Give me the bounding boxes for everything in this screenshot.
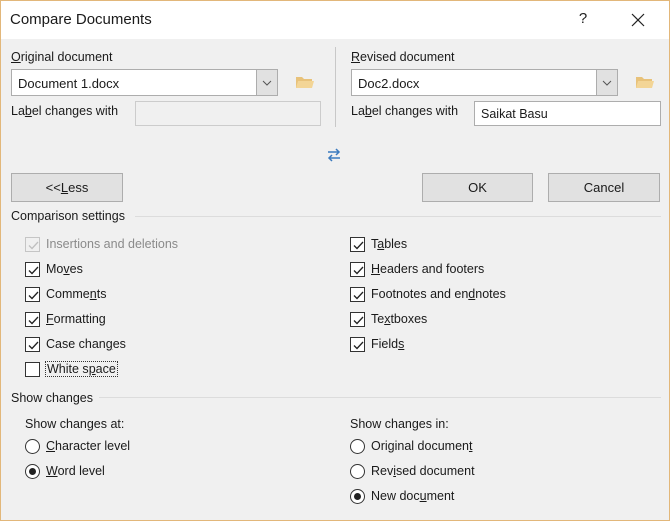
chevron-down-icon	[262, 80, 272, 86]
show-changes-at-label: Show changes at:	[25, 417, 125, 431]
option-label: Character level	[46, 439, 131, 453]
option-label: Headers and footers	[371, 262, 485, 276]
help-button[interactable]: ?	[571, 10, 595, 30]
option-label: Footnotes and endnotes	[371, 287, 506, 301]
compare-documents-dialog: Compare Documents ? Original document Do…	[0, 0, 670, 521]
show-changes-heading: Show changes	[11, 391, 94, 405]
option-label: Formatting	[46, 312, 106, 326]
checkbox-box[interactable]	[350, 236, 365, 252]
show-changes-divider	[99, 397, 661, 398]
radio-circle[interactable]	[25, 463, 40, 479]
swap-arrows-icon	[327, 148, 341, 162]
checkbox-headers-and-footers[interactable]: Headers and footers	[350, 260, 484, 278]
checkmark-icon	[353, 316, 364, 324]
original-document-combo[interactable]: Document 1.docx	[11, 69, 278, 96]
checkbox-formatting[interactable]: Formatting	[25, 310, 106, 328]
cancel-button[interactable]: Cancel	[548, 173, 660, 202]
checkbox-box[interactable]	[350, 286, 365, 302]
checkbox-comments[interactable]: Comments	[25, 285, 106, 303]
checkmark-icon	[353, 266, 364, 274]
radio-circle[interactable]	[350, 488, 365, 504]
radio-character-level[interactable]: Character level	[25, 437, 130, 455]
option-label: Comments	[46, 287, 107, 301]
checkbox-box[interactable]	[350, 311, 365, 327]
option-label: Original document	[371, 439, 473, 453]
checkbox-box[interactable]	[25, 311, 40, 327]
revised-browse-button[interactable]	[635, 74, 655, 90]
radio-circle[interactable]	[350, 438, 365, 454]
checkbox-moves[interactable]: Moves	[25, 260, 83, 278]
option-label: Case changes	[46, 337, 126, 351]
checkmark-icon	[353, 241, 364, 249]
revised-label-changes-input[interactable]: Saikat Basu	[474, 101, 661, 126]
option-label: Word level	[46, 464, 105, 478]
comparison-settings-heading: Comparison settings	[11, 209, 125, 223]
option-label: Revised document	[371, 464, 475, 478]
title-bar: Compare Documents ?	[1, 1, 669, 39]
checkbox-box[interactable]	[25, 261, 40, 277]
close-button[interactable]	[623, 7, 653, 33]
revised-document-dropdown-button[interactable]	[596, 70, 617, 95]
option-label: Fields	[371, 337, 405, 351]
checkbox-box[interactable]	[25, 361, 40, 377]
radio-new-document[interactable]: New document	[350, 487, 454, 505]
original-label-changes-input	[135, 101, 321, 126]
comparison-settings-divider	[135, 216, 661, 217]
option-label: White space	[45, 361, 118, 377]
checkbox-fields[interactable]: Fields	[350, 335, 404, 353]
chevron-down-icon	[602, 80, 612, 86]
radio-selected-dot	[29, 467, 36, 475]
checkmark-icon	[28, 316, 39, 324]
checkbox-box	[25, 236, 40, 252]
radio-selected-dot	[354, 492, 361, 500]
checkbox-case-changes[interactable]: Case changes	[25, 335, 126, 353]
folder-open-icon	[636, 77, 654, 88]
radio-circle[interactable]	[350, 463, 365, 479]
checkmark-icon	[28, 341, 39, 349]
option-label: Textboxes	[371, 312, 428, 326]
checkbox-box[interactable]	[25, 286, 40, 302]
checkbox-box[interactable]	[350, 261, 365, 277]
revised-document-value: Doc2.docx	[358, 76, 420, 91]
original-document-dropdown-button[interactable]	[256, 70, 277, 95]
radio-circle[interactable]	[25, 438, 40, 454]
checkbox-white-space[interactable]: White space	[25, 360, 118, 378]
checkbox-insertions-and-deletions: Insertions and deletions	[25, 235, 178, 253]
option-label: New document	[371, 489, 455, 503]
swap-documents-button[interactable]	[325, 147, 343, 163]
radio-word-level[interactable]: Word level	[25, 462, 105, 480]
radio-original-document[interactable]: Original document	[350, 437, 472, 455]
show-changes-in-label: Show changes in:	[350, 417, 449, 431]
original-document-value: Document 1.docx	[18, 76, 120, 91]
option-label: Tables	[371, 237, 408, 251]
less-button[interactable]: << Less	[11, 173, 123, 202]
original-document-label: Original document	[11, 50, 113, 64]
revised-document-label: Revised document	[351, 50, 455, 64]
folder-open-icon	[296, 77, 314, 88]
checkbox-footnotes-and-endnotes[interactable]: Footnotes and endnotes	[350, 285, 506, 303]
checkmark-icon	[28, 291, 39, 299]
checkbox-textboxes[interactable]: Textboxes	[350, 310, 427, 328]
checkbox-box[interactable]	[350, 336, 365, 352]
checkmark-icon	[28, 266, 39, 274]
checkmark-icon	[28, 241, 39, 249]
close-icon	[631, 13, 645, 27]
original-label-changes-label: Label changes with	[11, 104, 119, 118]
dialog-title: Compare Documents	[10, 11, 152, 28]
original-browse-button[interactable]	[295, 74, 315, 90]
checkbox-tables[interactable]: Tables	[350, 235, 407, 253]
revised-document-combo[interactable]: Doc2.docx	[351, 69, 618, 96]
ok-button[interactable]: OK	[422, 173, 533, 202]
option-label: Insertions and deletions	[46, 237, 179, 251]
column-divider	[335, 47, 336, 127]
checkmark-icon	[353, 291, 364, 299]
radio-revised-document[interactable]: Revised document	[350, 462, 475, 480]
revised-label-changes-label: Label changes with	[351, 104, 459, 118]
checkbox-box[interactable]	[25, 336, 40, 352]
option-label: Moves	[46, 262, 83, 276]
checkmark-icon	[353, 341, 364, 349]
